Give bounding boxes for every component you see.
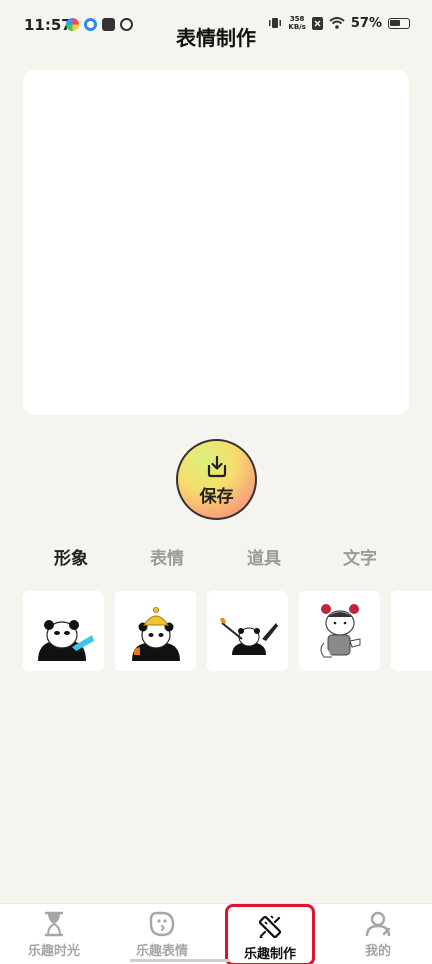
save-button[interactable]: 保存 xyxy=(176,439,257,520)
nav-item-fun-time[interactable]: 乐趣时光 xyxy=(0,904,108,964)
panda-with-blue-trumpet-icon xyxy=(37,620,94,661)
sticker-item[interactable] xyxy=(391,591,432,671)
tab-expression[interactable]: 表情 xyxy=(127,544,207,569)
save-label: 保存 xyxy=(199,487,234,507)
partial-sticker-icon xyxy=(400,599,432,663)
nav-item-mine[interactable]: 我的 xyxy=(324,904,432,964)
page-title: 表情制作 xyxy=(176,26,256,50)
sticker-item[interactable] xyxy=(207,591,288,671)
editing-canvas[interactable] xyxy=(23,70,409,415)
profile-icon xyxy=(365,911,391,937)
smiley-face-icon xyxy=(149,911,175,937)
sticker-item[interactable] xyxy=(299,591,380,671)
nav-label: 乐趣表情 xyxy=(135,944,188,959)
panda-with-torch-icon xyxy=(219,617,278,655)
home-indicator xyxy=(130,959,230,962)
category-tabs: 形象 表情 道具 文字 xyxy=(0,544,432,570)
download-icon xyxy=(207,455,226,478)
hourglass-icon xyxy=(44,911,64,937)
ruler-pencil-icon xyxy=(258,915,282,939)
sticker-item[interactable] xyxy=(23,591,104,671)
tab-props[interactable]: 道具 xyxy=(224,544,304,569)
nav-item-fun-make[interactable]: 乐趣制作 xyxy=(225,904,315,964)
nav-label: 乐趣时光 xyxy=(27,944,80,959)
sticker-list xyxy=(0,591,432,671)
nav-label: 乐趣制作 xyxy=(243,947,296,962)
girl-with-pigtails-icon xyxy=(320,604,360,658)
panda-with-yellow-hat-icon xyxy=(131,607,180,661)
bottom-nav: 乐趣时光 乐趣表情 乐趣制作 我的 xyxy=(0,903,432,964)
tab-text[interactable]: 文字 xyxy=(320,544,400,569)
sticker-item[interactable] xyxy=(115,591,196,671)
nav-item-fun-emoji[interactable]: 乐趣表情 xyxy=(108,904,216,964)
tab-appearance[interactable]: 形象 xyxy=(31,544,111,569)
nav-label: 我的 xyxy=(364,944,391,959)
